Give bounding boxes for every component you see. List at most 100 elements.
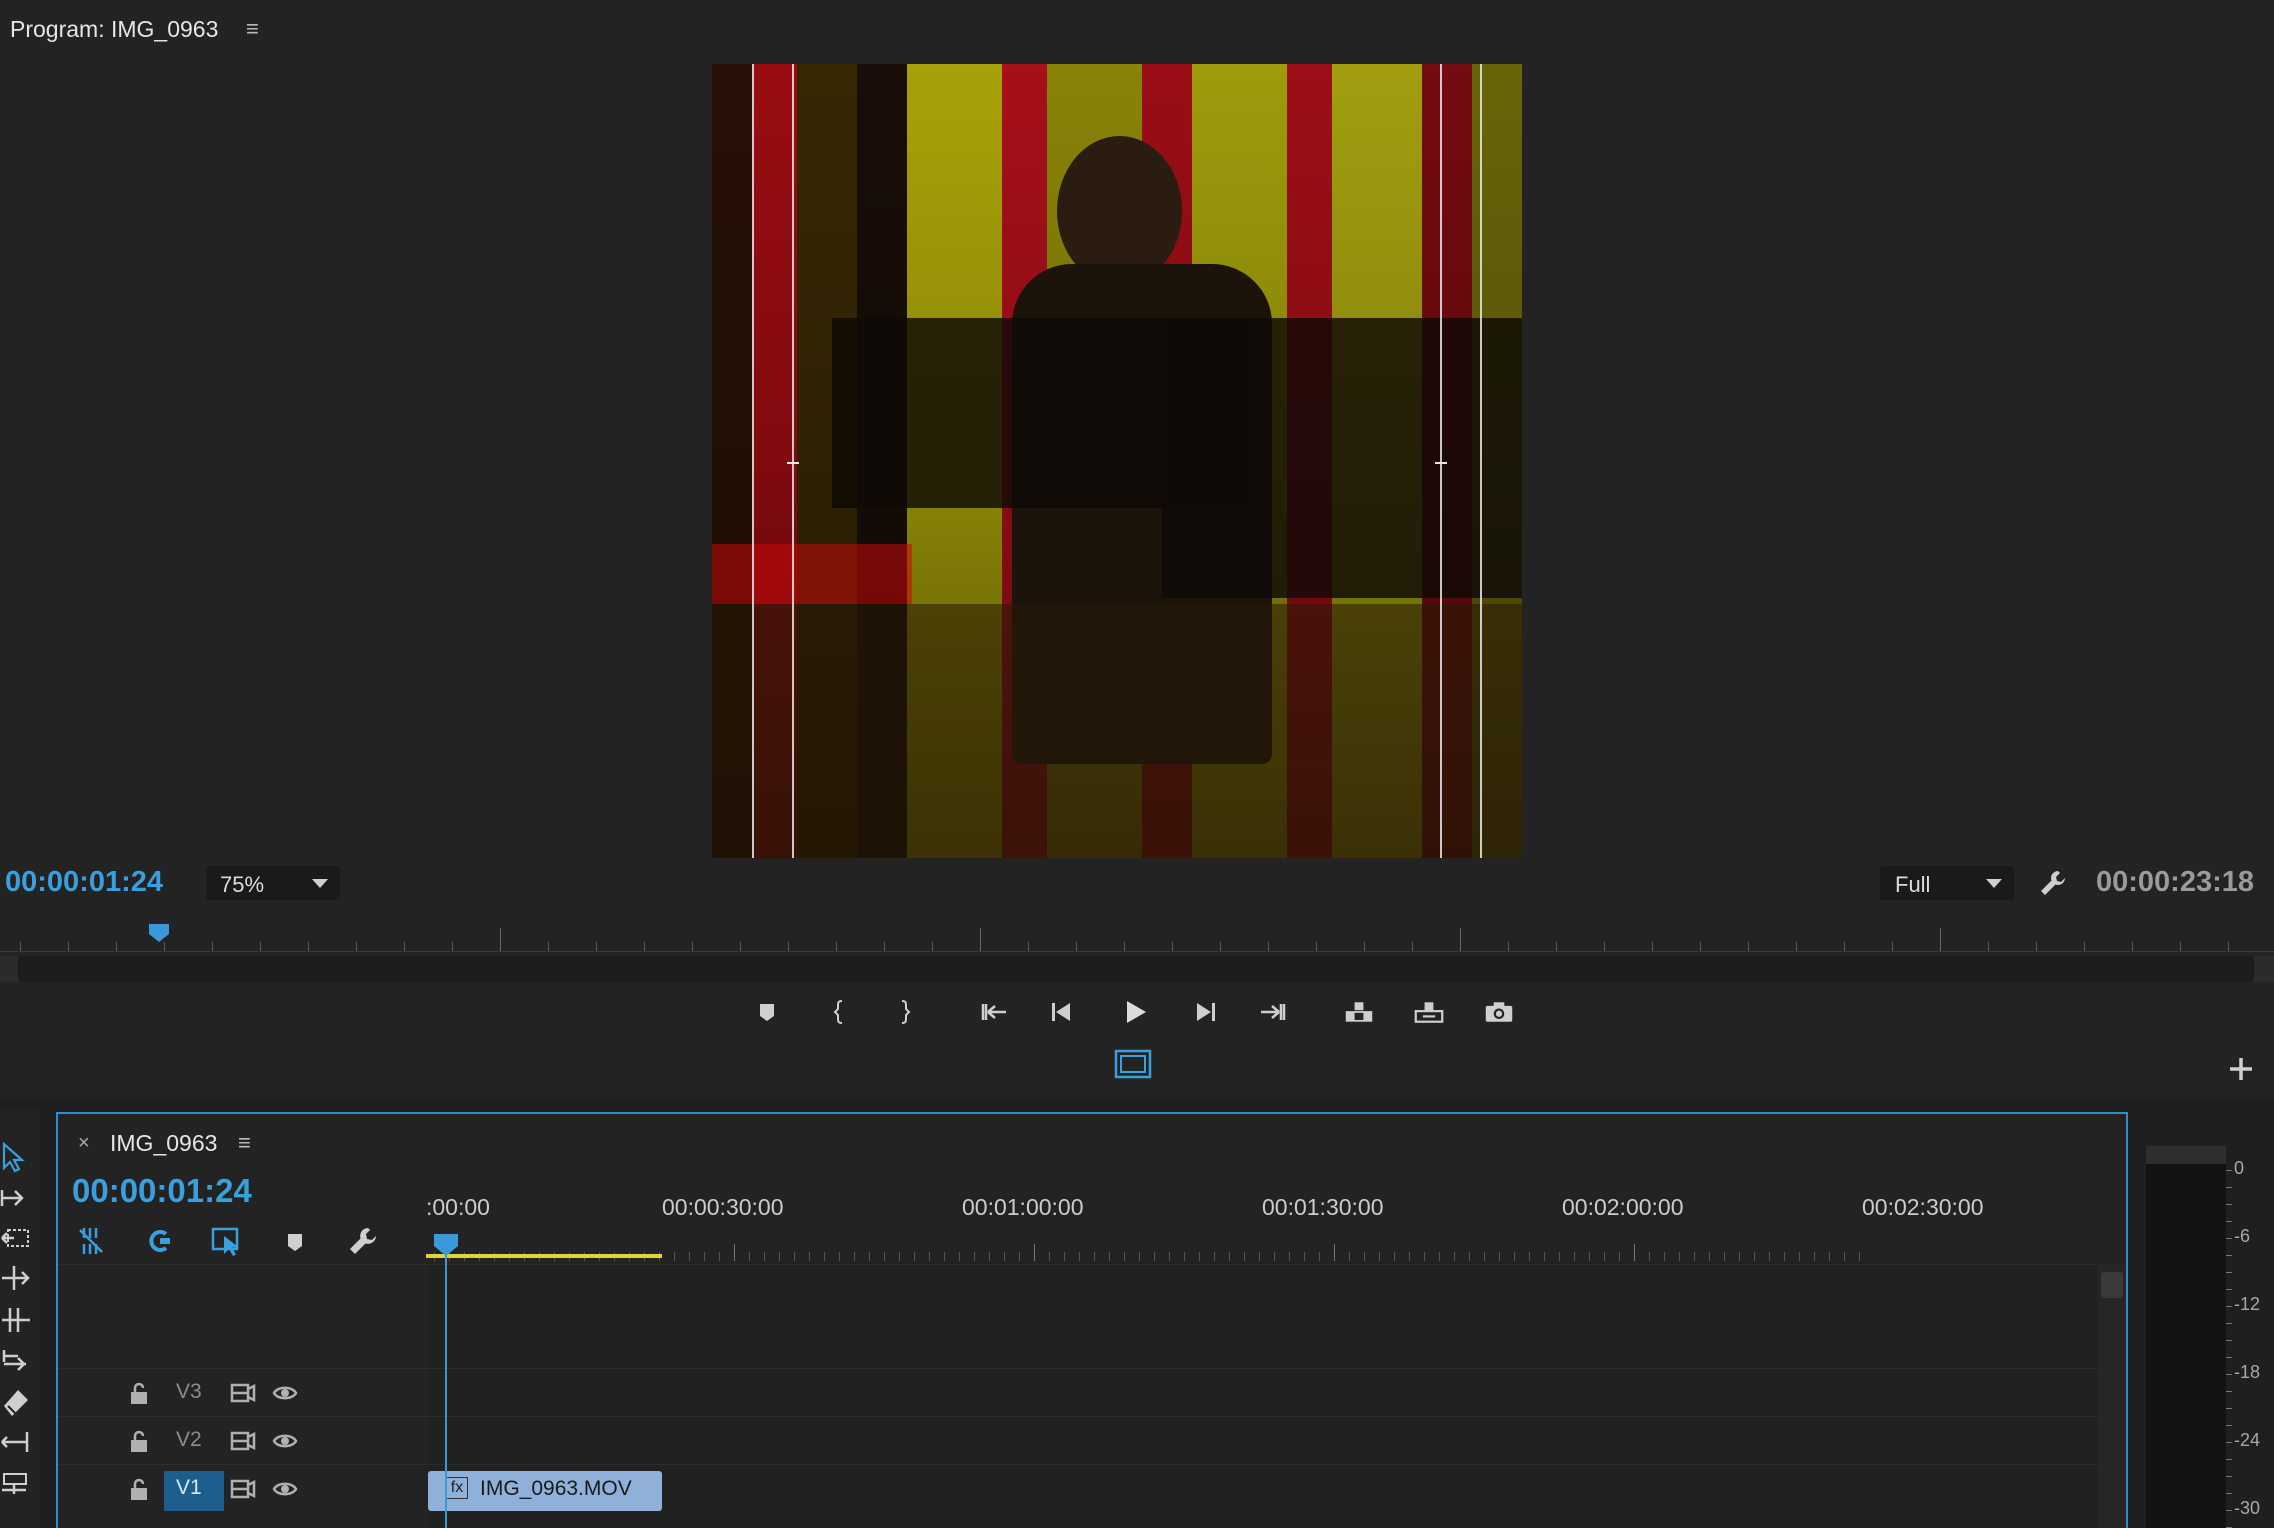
wrench-icon[interactable]	[2038, 868, 2068, 898]
meter-scale-label: -12	[2234, 1294, 2261, 1314]
program-time-ruler[interactable]	[0, 918, 2274, 954]
unlock-icon[interactable]	[128, 1477, 150, 1501]
program-zoom-scroll-thumb[interactable]	[18, 956, 2254, 982]
program-duration: 00:00:23:18	[2096, 866, 2254, 898]
timeline-minor-tick	[1019, 1252, 1020, 1261]
sync-lock-icon[interactable]	[230, 1381, 256, 1405]
ruler-minor-tick	[1364, 942, 1365, 951]
mark-out-button[interactable]	[882, 990, 926, 1034]
timeline-time-ruler[interactable]: :00:00 00:00:30:00 00:01:00:00 00:01:30:…	[426, 1194, 2136, 1264]
action-safe-left	[752, 64, 754, 858]
timeline-minor-tick	[809, 1252, 810, 1261]
add-marker-icon	[760, 1004, 774, 1021]
timeline-vertical-scrollbar[interactable]	[2098, 1264, 2126, 1528]
eye-icon[interactable]	[272, 1381, 298, 1405]
ruler-minor-tick	[68, 942, 69, 951]
insert-overwrite-icon[interactable]	[210, 1224, 244, 1258]
track-name[interactable]: V3	[176, 1380, 202, 1404]
sequence-tab-title[interactable]: IMG_0963	[110, 1130, 217, 1157]
go-to-in-button[interactable]	[973, 990, 1017, 1034]
timeline-minor-tick	[1424, 1252, 1425, 1261]
selection-tool-icon[interactable]	[0, 1142, 32, 1174]
close-icon[interactable]: ×	[78, 1132, 90, 1155]
sync-lock-icon[interactable]	[230, 1429, 256, 1453]
ruler-baseline	[0, 951, 2274, 952]
go-to-out-button[interactable]	[1250, 990, 1294, 1034]
timeline-minor-tick	[1274, 1252, 1275, 1261]
ruler-minor-tick	[1652, 942, 1653, 951]
track-select-tool-icon[interactable]	[0, 1182, 32, 1214]
timeline-minor-tick	[1484, 1252, 1485, 1261]
eye-icon[interactable]	[272, 1477, 298, 1501]
track-content[interactable]	[428, 1465, 2098, 1528]
timeline-minor-tick	[689, 1252, 690, 1261]
playhead-icon[interactable]	[149, 924, 169, 942]
timeline-scroll-thumb[interactable]	[2101, 1272, 2123, 1298]
timeline-minor-tick	[1094, 1252, 1095, 1261]
ruler-minor-tick	[596, 942, 597, 951]
program-current-timecode[interactable]: 00:00:01:24	[5, 866, 163, 899]
timeline-minor-tick	[1319, 1252, 1320, 1261]
export-frame-button[interactable]	[1477, 990, 1521, 1034]
timeline-minor-tick	[1289, 1252, 1290, 1261]
timeline-minor-tick	[719, 1252, 720, 1261]
sequence-timecode[interactable]: 00:00:01:24	[72, 1172, 252, 1210]
track-name[interactable]: V1	[176, 1476, 202, 1500]
timeline-minor-tick	[779, 1252, 780, 1261]
meter-scale-label: -18	[2234, 1362, 2261, 1382]
fx-badge[interactable]: fx	[446, 1477, 468, 1499]
playhead-icon[interactable]	[434, 1234, 458, 1256]
add-marker-icon[interactable]	[278, 1224, 312, 1258]
video-artifact-block	[712, 604, 1522, 858]
track-content[interactable]	[428, 1417, 2098, 1465]
unlock-icon[interactable]	[128, 1429, 150, 1453]
slip-tool-icon[interactable]	[0, 1344, 32, 1376]
plus-icon[interactable]	[2226, 1054, 2256, 1084]
timeline-minor-tick	[824, 1252, 825, 1261]
ruler-major-tick	[980, 928, 981, 951]
playback-resolution-select[interactable]: Full	[1880, 866, 2014, 900]
ruler-minor-tick	[260, 942, 261, 951]
meter-tick	[2226, 1323, 2232, 1324]
play-button[interactable]	[1113, 990, 1157, 1034]
zoom-level-select[interactable]: 75%	[206, 866, 340, 900]
video-clip[interactable]: fx IMG_0963.MOV	[428, 1471, 662, 1511]
add-marker-button[interactable]	[745, 990, 789, 1034]
panel-menu-icon[interactable]: ≡	[238, 1130, 251, 1156]
eye-icon[interactable]	[272, 1429, 298, 1453]
razor-tool-icon[interactable]	[0, 1386, 32, 1418]
linked-selection-icon[interactable]	[142, 1224, 176, 1258]
slide-tool-icon[interactable]	[0, 1426, 32, 1458]
rate-stretch-tool-icon[interactable]	[0, 1304, 32, 1336]
timeline-minor-tick	[989, 1252, 990, 1261]
snap-icon[interactable]	[74, 1224, 108, 1258]
track-content[interactable]	[428, 1265, 2098, 1369]
safe-margins-icon[interactable]	[1114, 1048, 1152, 1080]
mark-in-button[interactable]	[818, 990, 862, 1034]
sync-lock-icon[interactable]	[230, 1477, 256, 1501]
timeline-minor-tick	[1259, 1252, 1260, 1261]
timeline-minor-tick	[1559, 1252, 1560, 1261]
wrench-icon[interactable]	[346, 1224, 380, 1258]
unlock-icon[interactable]	[128, 1381, 150, 1405]
program-monitor-title[interactable]: Program: IMG_0963	[10, 16, 218, 43]
timeline-major-tick	[734, 1244, 735, 1261]
ruler-minor-tick	[164, 942, 165, 951]
track-content[interactable]	[428, 1369, 2098, 1417]
step-back-button[interactable]	[1041, 990, 1085, 1034]
track-name[interactable]: V2	[176, 1428, 202, 1452]
work-area-bar[interactable]	[426, 1254, 662, 1258]
video-preview[interactable]	[712, 64, 1522, 858]
lift-button[interactable]	[1337, 990, 1381, 1034]
ripple-edit-tool-icon[interactable]	[0, 1222, 32, 1254]
extract-button[interactable]	[1407, 990, 1451, 1034]
extract-icon	[1414, 1002, 1444, 1023]
timeline-minor-tick	[1469, 1252, 1470, 1261]
pen-tool-icon[interactable]	[0, 1466, 32, 1498]
step-forward-button[interactable]	[1182, 990, 1226, 1034]
timeline-minor-tick	[1724, 1252, 1725, 1261]
program-zoom-scrollbar[interactable]	[0, 956, 2274, 982]
rolling-edit-tool-icon[interactable]	[0, 1262, 32, 1294]
ruler-minor-tick	[692, 942, 693, 951]
panel-menu-icon[interactable]: ≡	[246, 16, 259, 42]
